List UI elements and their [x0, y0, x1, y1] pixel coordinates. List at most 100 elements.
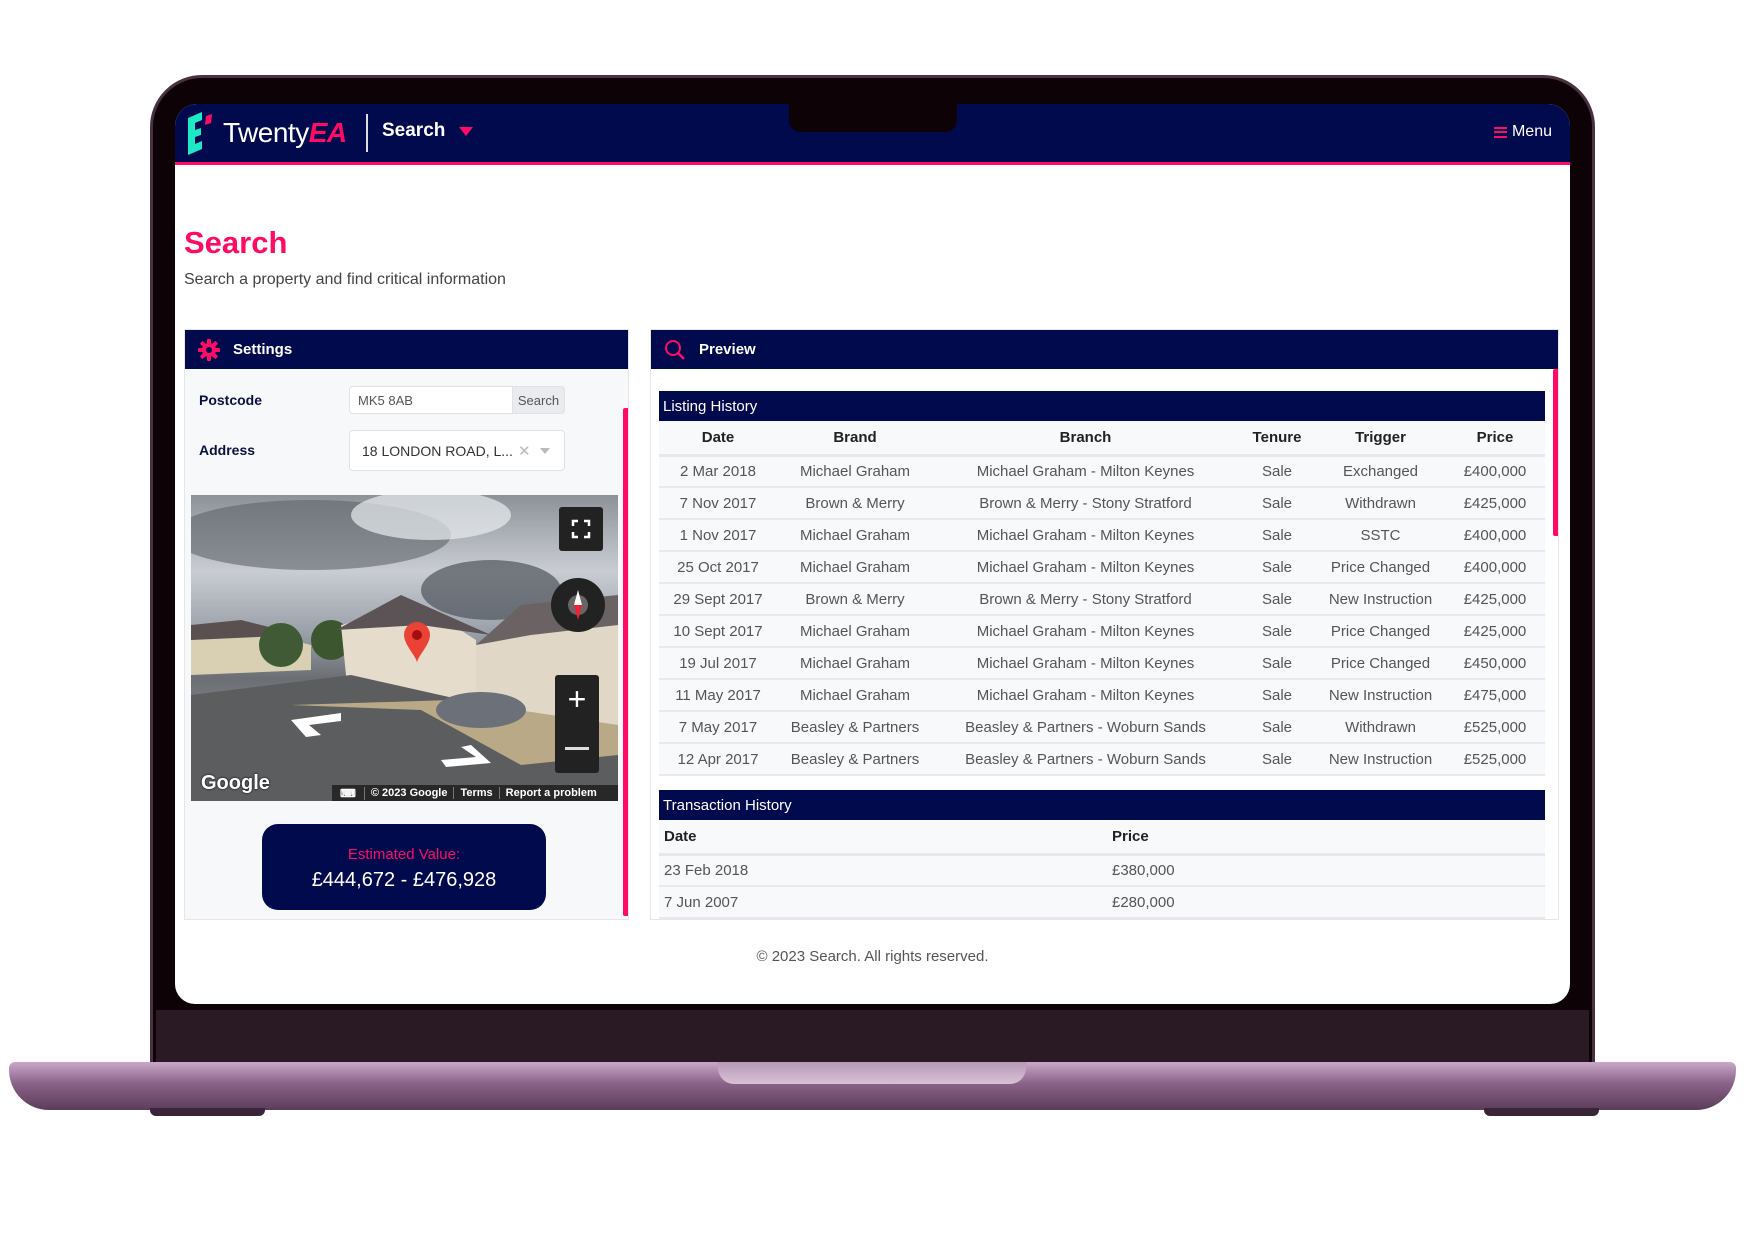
- preview-scrollbar[interactable]: [1553, 369, 1558, 536]
- table-cell: Sale: [1238, 583, 1316, 616]
- search-icon: [665, 340, 685, 360]
- screen: TwentyEA Search Menu Search Search a pro…: [175, 104, 1570, 1004]
- table-cell: Michael Graham - Milton Keynes: [933, 615, 1238, 648]
- transaction-history-title: Transaction History: [659, 790, 1545, 820]
- settings-scrollbar[interactable]: [623, 408, 628, 916]
- settings-header: Settings: [185, 330, 628, 369]
- estimated-value-label: Estimated Value:: [347, 846, 461, 863]
- table-cell: New Instruction: [1316, 743, 1445, 776]
- page-subtitle: Search a property and find critical info…: [184, 271, 506, 288]
- address-select[interactable]: 18 LONDON ROAD, L... ✕: [349, 430, 565, 471]
- laptop-chin: [156, 1010, 1589, 1065]
- table-row[interactable]: 25 Oct 2017 Michael Graham Michael Graham …: [659, 551, 1545, 584]
- fullscreen-button[interactable]: [559, 507, 603, 551]
- table-cell: Sale: [1238, 487, 1316, 520]
- hamburger-icon: [1493, 126, 1507, 138]
- map-attribution-bar: ⌨ © 2023 Google Terms Report a problem: [332, 785, 618, 801]
- table-cell: £450,000: [1445, 647, 1545, 680]
- table-cell: £400,000: [1445, 519, 1545, 552]
- postcode-value: MK5 8AB: [358, 392, 413, 408]
- table-cell: Sale: [1238, 519, 1316, 552]
- table-cell: Michael Graham - Milton Keynes: [933, 455, 1238, 488]
- table-cell: 29 Sept 2017: [659, 583, 777, 616]
- map-terms-link[interactable]: Terms: [454, 787, 500, 799]
- table-row[interactable]: 29 Sept 2017 Brown & Merry Brown & Merry -…: [659, 583, 1545, 616]
- compass-button[interactable]: [551, 578, 605, 632]
- table-cell: SSTC: [1316, 519, 1445, 552]
- table-cell: £425,000: [1445, 615, 1545, 648]
- table-cell: Michael Graham - Milton Keynes: [933, 519, 1238, 552]
- table-cell: Price Changed: [1316, 615, 1445, 648]
- zoom-control: +: [555, 675, 599, 773]
- table-cell: £425,000: [1445, 487, 1545, 520]
- transaction-history-table: Date Price 23 Feb 2018 £380,000 7 Jun 2007 £…: [659, 820, 1545, 919]
- column-header: Trigger: [1316, 421, 1445, 457]
- preview-title: Preview: [699, 341, 756, 358]
- table-row[interactable]: 7 May 2017 Beasley & Partners Beasley & Pa…: [659, 711, 1545, 744]
- table-row[interactable]: 7 Jun 2007 £280,000: [659, 886, 1545, 919]
- table-row[interactable]: 2 Mar 2018 Michael Graham Michael Graham -…: [659, 455, 1545, 488]
- table-cell: 7 Jun 2007: [659, 886, 1107, 919]
- table-cell: Brown & Merry: [777, 487, 933, 520]
- postcode-search-button[interactable]: Search: [512, 386, 565, 414]
- settings-title: Settings: [233, 341, 293, 358]
- zoom-out-icon[interactable]: [565, 747, 589, 750]
- table-cell: Michael Graham: [777, 519, 933, 552]
- table-cell: Michael Graham: [777, 455, 933, 488]
- chevron-down-icon[interactable]: [540, 448, 550, 454]
- menu-button[interactable]: Menu: [1493, 123, 1552, 141]
- listing-history-title: Listing History: [659, 391, 1545, 421]
- table-cell: £525,000: [1445, 743, 1545, 776]
- laptop-foot: [1484, 1108, 1599, 1116]
- logo-text[interactable]: TwentyEA: [223, 117, 347, 149]
- table-cell: Beasley & Partners - Woburn Sands: [933, 743, 1238, 776]
- table-cell: £525,000: [1445, 711, 1545, 744]
- table-cell: Brown & Merry - Stony Stratford: [933, 487, 1238, 520]
- table-cell: £380,000: [1107, 854, 1545, 887]
- table-row[interactable]: 11 May 2017 Michael Graham Michael Graham …: [659, 679, 1545, 712]
- column-header: Branch: [933, 421, 1238, 457]
- column-header: Tenure: [1238, 421, 1316, 457]
- table-row[interactable]: 10 Sept 2017 Michael Graham Michael Graham…: [659, 615, 1545, 648]
- clear-icon[interactable]: ✕: [518, 442, 531, 460]
- map-report-link[interactable]: Report a problem: [500, 787, 603, 799]
- address-label: Address: [199, 442, 256, 458]
- table-cell: Price Changed: [1316, 551, 1445, 584]
- column-header: Date: [659, 820, 1107, 856]
- table-cell: £280,000: [1107, 886, 1545, 919]
- table-cell: Brown & Merry - Stony Stratford: [933, 583, 1238, 616]
- table-header-row: Date Price: [659, 820, 1545, 856]
- address-value: 18 LONDON ROAD, L...: [362, 442, 513, 459]
- table-cell: 25 Oct 2017: [659, 551, 777, 584]
- keyboard-icon[interactable]: ⌨: [332, 786, 365, 800]
- table-cell: Michael Graham: [777, 679, 933, 712]
- table-cell: 11 May 2017: [659, 679, 777, 712]
- laptop-base-notch: [718, 1062, 1026, 1084]
- table-row[interactable]: 1 Nov 2017 Michael Graham Michael Graham -…: [659, 519, 1545, 552]
- table-cell: Michael Graham - Milton Keynes: [933, 647, 1238, 680]
- settings-panel: Settings Postcode MK5 8AB Search Address…: [184, 329, 629, 920]
- table-cell: £475,000: [1445, 679, 1545, 712]
- table-cell: Michael Graham - Milton Keynes: [933, 551, 1238, 584]
- table-row[interactable]: 23 Feb 2018 £380,000: [659, 854, 1545, 887]
- logo-text-accent: EA: [308, 117, 347, 148]
- nav-search-dropdown[interactable]: Search: [382, 120, 474, 142]
- column-header: Price: [1445, 421, 1545, 457]
- table-cell: £400,000: [1445, 551, 1545, 584]
- camera-notch: [789, 104, 957, 132]
- table-cell: Withdrawn: [1316, 487, 1445, 520]
- zoom-in-icon[interactable]: +: [555, 675, 599, 724]
- table-row[interactable]: 12 Apr 2017 Beasley & Partners Beasley & P…: [659, 743, 1545, 776]
- table-cell: Sale: [1238, 679, 1316, 712]
- table-row[interactable]: 19 Jul 2017 Michael Graham Michael Graham …: [659, 647, 1545, 680]
- table-row[interactable]: 7 Nov 2017 Brown & Merry Brown & Merry - S…: [659, 487, 1545, 520]
- street-view-image: [191, 495, 618, 801]
- listing-history-section: Listing History Date Brand Branch Tenure Tri…: [659, 391, 1545, 919]
- street-view-map[interactable]: + Google ⌨ © 2023 Google Terms Report a …: [191, 495, 618, 801]
- table-cell: Sale: [1238, 551, 1316, 584]
- table-cell: 2 Mar 2018: [659, 455, 777, 488]
- gear-icon: [198, 339, 220, 361]
- table-cell: 10 Sept 2017: [659, 615, 777, 648]
- table-cell: 12 Apr 2017: [659, 743, 777, 776]
- map-copyright: © 2023 Google: [365, 787, 455, 799]
